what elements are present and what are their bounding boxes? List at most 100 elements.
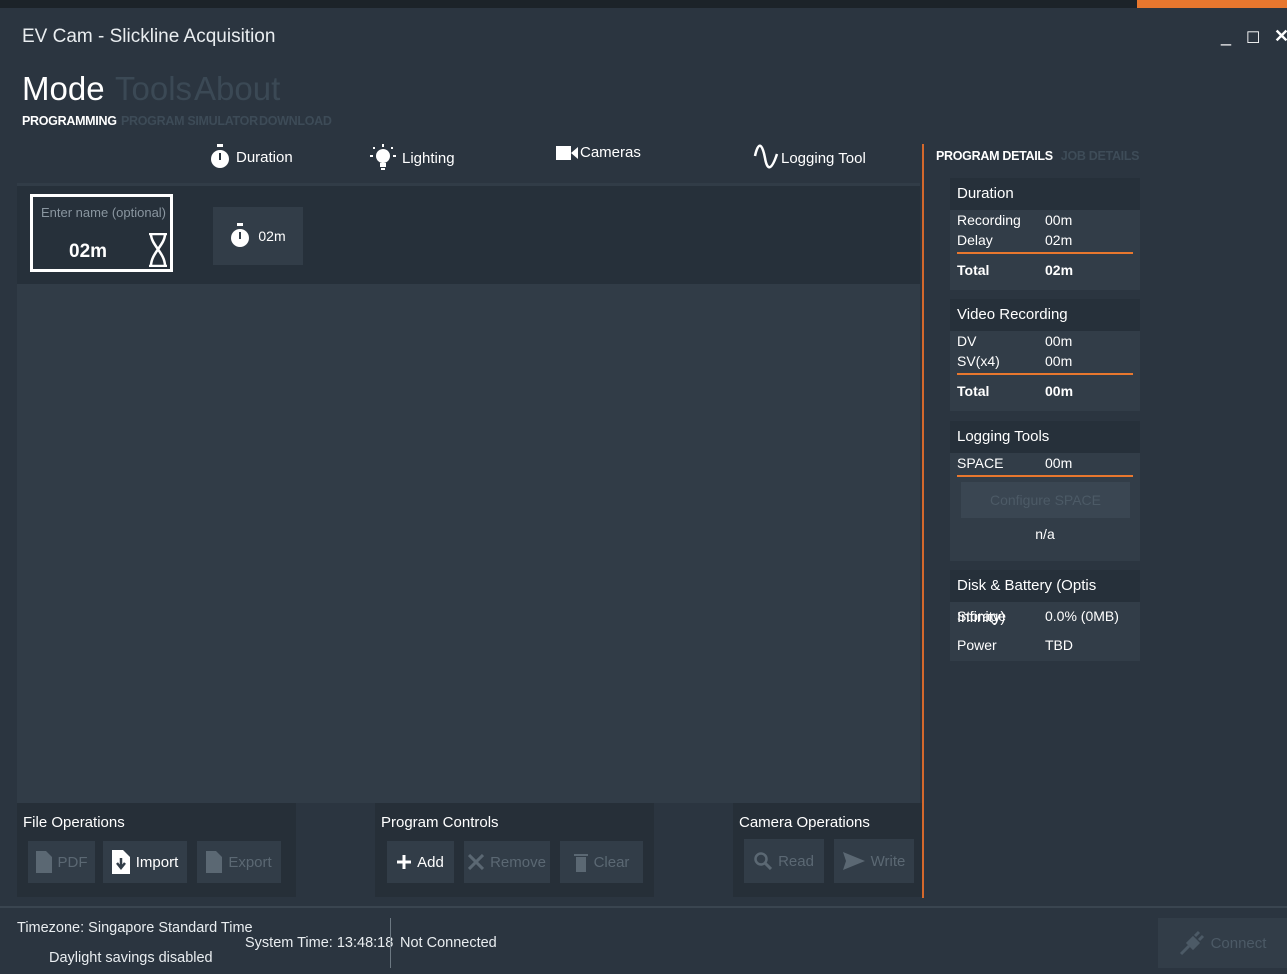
- trash-icon: [573, 852, 588, 872]
- status-bar: Timezone: Singapore Standard Time Daylig…: [0, 906, 1287, 974]
- camera-operations-title: Camera Operations: [739, 814, 870, 831]
- program-step-duration: 02m: [258, 228, 286, 244]
- import-button[interactable]: Import: [103, 841, 187, 883]
- read-button-label: Read: [778, 852, 814, 870]
- write-button[interactable]: Write: [834, 839, 914, 883]
- program-name-card[interactable]: Enter name (optional) 02m: [30, 194, 173, 272]
- file-export-icon: [206, 851, 223, 873]
- duration-row-recording: Recording 00m: [950, 210, 1140, 230]
- top-strip: [0, 0, 1287, 8]
- video-row-dv: DV 00m: [950, 331, 1140, 351]
- tab-cameras[interactable]: Cameras: [556, 144, 641, 161]
- hourglass-icon: [148, 233, 168, 267]
- sv-label: SV(x4): [957, 353, 1000, 369]
- recording-label: Recording: [957, 212, 1021, 228]
- camera-operations-group: Camera Operations Read Write: [733, 803, 922, 897]
- top-strip-accent: [1137, 0, 1287, 8]
- delay-value: 02m: [1045, 232, 1073, 248]
- tab-duration-label: Duration: [236, 148, 293, 166]
- logging-row-space: SPACE 00m: [950, 453, 1140, 473]
- file-import-icon: [111, 850, 130, 874]
- total-label: Total: [957, 262, 990, 278]
- x-icon: [468, 854, 485, 870]
- timezone-text: Timezone: Singapore Standard Time: [17, 920, 253, 936]
- program-controls-title: Program Controls: [381, 814, 499, 831]
- remove-button-label: Remove: [490, 853, 546, 871]
- submenu-programming-label: PROGRAMMING: [22, 114, 117, 128]
- duration-row-total: Total 02m: [950, 260, 1140, 280]
- tab-logging-tool-label: Logging Tool: [781, 149, 866, 167]
- connect-button[interactable]: Connect: [1158, 918, 1287, 968]
- power-value: TBD: [1045, 637, 1073, 653]
- read-button[interactable]: Read: [744, 839, 824, 883]
- configure-space-button[interactable]: Configure SPACE: [961, 482, 1130, 518]
- separator: [957, 373, 1133, 375]
- menu-about[interactable]: About: [194, 70, 280, 108]
- space-label: SPACE: [957, 455, 1004, 471]
- import-button-label: Import: [135, 853, 179, 871]
- pdf-button-label: PDF: [57, 853, 88, 871]
- program-step-card[interactable]: 02m: [213, 207, 303, 265]
- waveform-icon: [753, 144, 779, 172]
- close-button[interactable]: ✕: [1274, 26, 1287, 47]
- window-title: EV Cam - Slickline Acquisition: [22, 26, 276, 47]
- duration-panel-title: Duration: [950, 178, 1140, 210]
- total-value: 00m: [1045, 383, 1074, 399]
- logging-na-value: n/a: [1035, 526, 1055, 542]
- file-icon: [35, 851, 52, 873]
- minimize-button[interactable]: _: [1221, 26, 1231, 47]
- program-controls-group: Program Controls Add Remove Clear: [375, 803, 654, 897]
- logging-tools-panel: Logging Tools SPACE 00m Configure SPACE n…: [950, 421, 1140, 561]
- submenu-programming[interactable]: PROGRAMMING: [22, 114, 117, 128]
- clear-button-label: Clear: [593, 853, 630, 871]
- space-value: 00m: [1045, 455, 1073, 471]
- tab-duration[interactable]: Duration: [210, 144, 293, 170]
- submenu-program-simulator[interactable]: PROGRAM SIMULATOR: [121, 114, 258, 128]
- tab-logging-tool[interactable]: Logging Tool: [753, 144, 866, 172]
- stopwatch-icon: [210, 144, 230, 170]
- status-divider: [390, 918, 391, 968]
- disk-battery-panel: Disk & Battery (Optis Infinity) Storage 0…: [950, 570, 1140, 661]
- submenu-download-label: DOWNLOAD: [259, 114, 332, 128]
- write-button-label: Write: [870, 852, 906, 870]
- storage-value: 0.0% (0MB): [1045, 608, 1119, 624]
- plus-icon: [397, 855, 412, 869]
- stopwatch-icon: [230, 223, 250, 249]
- menu-about-label: About: [194, 70, 281, 107]
- pdf-button[interactable]: PDF: [28, 841, 95, 883]
- export-button-label: Export: [228, 853, 272, 871]
- remove-button[interactable]: Remove: [464, 841, 550, 883]
- video-recording-panel: Video Recording DV 00m SV(x4) 00m Total 00m: [950, 299, 1140, 411]
- delay-label: Delay: [957, 232, 993, 248]
- add-button[interactable]: Add: [387, 841, 454, 883]
- submenu-program-simulator-label: PROGRAM SIMULATOR: [121, 114, 258, 128]
- disk-row-power: Power TBD: [950, 635, 1140, 655]
- program-name-placeholder[interactable]: Enter name (optional): [41, 205, 166, 220]
- disk-panel-title: Disk & Battery (Optis Infinity): [950, 570, 1140, 626]
- dv-value: 00m: [1045, 333, 1073, 349]
- tab-program-details[interactable]: PROGRAM DETAILS: [936, 149, 1053, 163]
- panel-divider: [922, 144, 924, 898]
- plug-icon: [1179, 930, 1205, 956]
- menu-mode[interactable]: Mode: [22, 70, 105, 108]
- tab-lighting[interactable]: Lighting: [370, 144, 455, 172]
- tab-cameras-label: Cameras: [580, 144, 641, 161]
- total-value: 02m: [1045, 262, 1074, 278]
- dv-label: DV: [957, 333, 977, 349]
- menu-mode-label: Mode: [22, 70, 105, 107]
- clear-button[interactable]: Clear: [560, 841, 643, 883]
- recording-value: 00m: [1045, 212, 1073, 228]
- magnifier-icon: [754, 852, 773, 870]
- disk-row-storage: Storage 0.0% (0MB): [950, 606, 1140, 626]
- submenu-download[interactable]: DOWNLOAD: [259, 114, 332, 128]
- send-icon: [842, 852, 865, 870]
- export-button[interactable]: Export: [197, 841, 281, 883]
- sv-value: 00m: [1045, 353, 1073, 369]
- dst-text: Daylight savings disabled: [49, 950, 213, 966]
- maximize-button[interactable]: ☐: [1246, 28, 1260, 48]
- separator: [957, 252, 1133, 254]
- file-operations-title: File Operations: [23, 814, 125, 831]
- file-operations-group: File Operations PDF Import Export: [17, 803, 296, 897]
- menu-tools[interactable]: Tools: [115, 70, 192, 108]
- tab-job-details[interactable]: JOB DETAILS: [1061, 149, 1140, 163]
